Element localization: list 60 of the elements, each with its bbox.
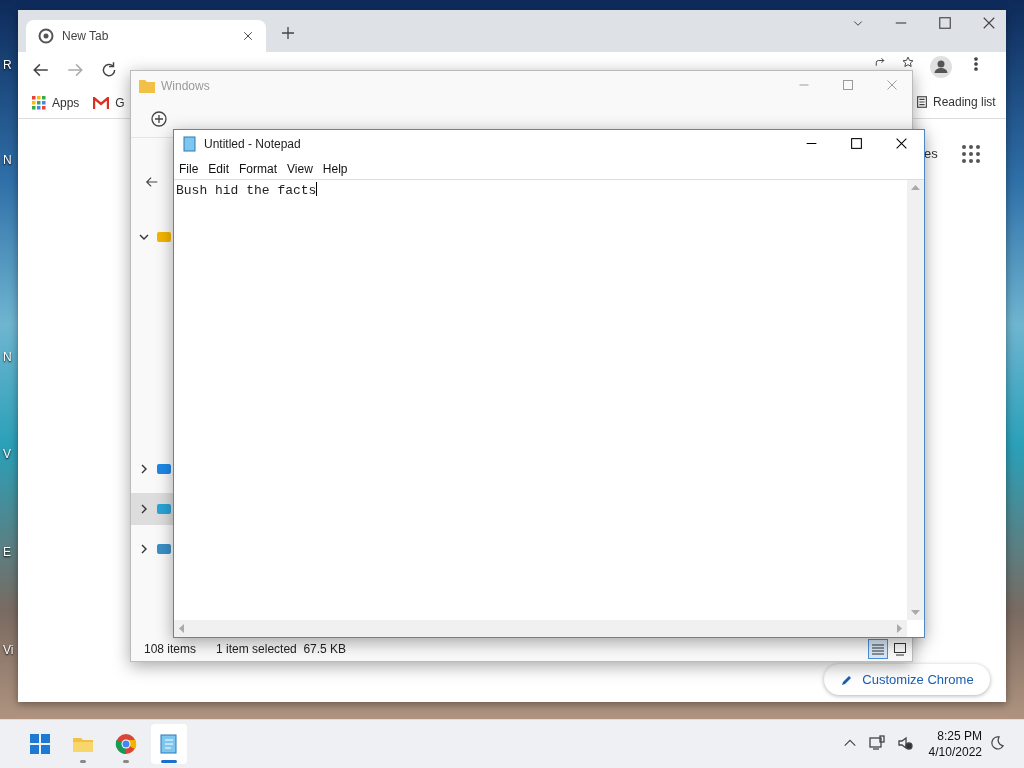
customize-chrome-button[interactable]: Customize Chrome	[824, 664, 990, 695]
window-title: Windows	[161, 79, 210, 93]
nav-tree-row[interactable]	[131, 493, 176, 525]
chevron-down-icon[interactable]	[139, 232, 149, 242]
taskbar-app-button[interactable]	[151, 724, 187, 764]
moon-icon[interactable]	[989, 735, 1005, 751]
reload-icon[interactable]	[100, 61, 118, 79]
folder-icon	[157, 462, 171, 476]
back-arrow-icon[interactable]	[145, 175, 159, 189]
chevron-right-icon[interactable]	[139, 464, 149, 474]
text-editor[interactable]: Bush hid the facts	[174, 180, 907, 620]
folder-icon	[157, 502, 171, 516]
clock[interactable]: 8:25 PM 4/10/2022	[928, 728, 982, 760]
apps-launcher-icon[interactable]	[962, 145, 980, 163]
notepad-icon	[182, 136, 198, 152]
shortcut-link[interactable]: es	[924, 146, 938, 161]
network-monitor-icon[interactable]	[869, 735, 885, 751]
menu-item[interactable]: Help	[319, 159, 351, 178]
chrome-logo-icon[interactable]	[38, 28, 54, 44]
details-view-button[interactable]	[868, 639, 888, 659]
selection-status: 1 item selected 67.5 KB	[216, 642, 347, 656]
chrome-logo-icon	[115, 734, 137, 754]
speaker-muted-icon[interactable]	[897, 735, 913, 751]
close-icon[interactable]	[982, 16, 996, 30]
chevron-right-icon[interactable]	[139, 544, 149, 554]
maximize-icon[interactable]	[850, 137, 863, 150]
notepad-icon	[160, 734, 177, 754]
folder-icon	[73, 738, 93, 752]
list-icon	[871, 642, 885, 656]
desktop-icon-label[interactable]: Vi	[3, 643, 14, 657]
bookmark-link[interactable]: G	[115, 96, 125, 110]
bookmark-link[interactable]: Apps	[52, 96, 80, 110]
close-icon[interactable]	[895, 137, 908, 150]
profile-avatar-icon[interactable]	[930, 56, 952, 78]
plus-icon[interactable]	[280, 25, 296, 41]
browser-tab[interactable]: New Tab	[26, 20, 266, 52]
gmail-logo-icon	[93, 96, 110, 110]
star-icon[interactable]	[902, 56, 914, 68]
tiles-icon	[893, 642, 907, 656]
item-count: 108 items	[144, 642, 197, 656]
add-circle-icon[interactable]	[151, 111, 167, 127]
menu-item[interactable]: View	[284, 159, 316, 178]
reading-list-link[interactable]: Reading list	[933, 95, 996, 109]
desktop-icon-label[interactable]: E	[3, 545, 11, 559]
desktop-icon-label[interactable]: R	[3, 58, 12, 72]
folder-icon	[139, 79, 155, 93]
folder-icon	[157, 542, 171, 556]
windows-logo-icon	[30, 734, 50, 754]
close-icon[interactable]	[242, 30, 254, 42]
back-arrow-icon[interactable]	[32, 61, 50, 79]
menu-item[interactable]: Edit	[205, 159, 233, 178]
folder-icon	[157, 230, 171, 244]
menu-item[interactable]: File	[176, 159, 202, 178]
chevron-right-icon[interactable]	[139, 504, 149, 514]
menu-item[interactable]: Format	[236, 159, 281, 178]
desktop-icon-label[interactable]: N	[3, 153, 12, 167]
reading-list-icon[interactable]	[915, 95, 929, 109]
apps-grid-icon	[32, 96, 46, 110]
window-title: Untitled - Notepad	[204, 137, 301, 151]
share-icon[interactable]	[874, 56, 886, 68]
